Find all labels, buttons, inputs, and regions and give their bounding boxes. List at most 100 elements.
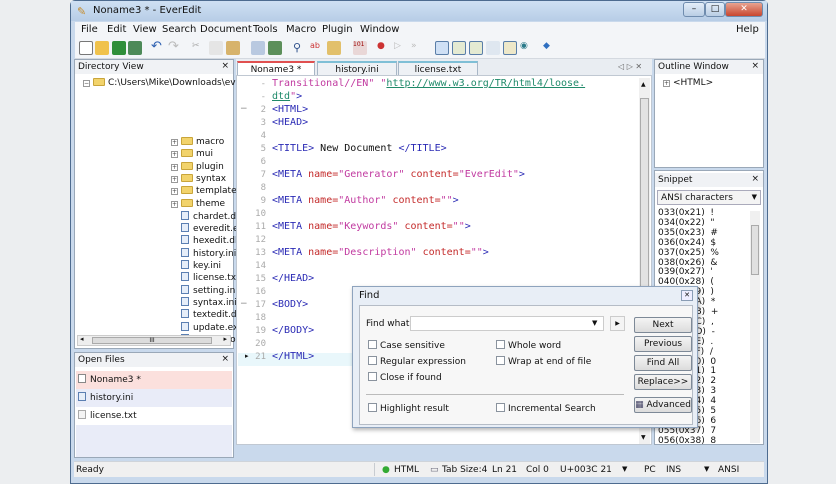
whole-word-checkbox[interactable]: Whole word	[496, 340, 561, 351]
clip-toggle-icon[interactable]	[503, 41, 517, 55]
file-item[interactable]: hexedit.dll	[181, 235, 240, 246]
code-line[interactable]: <META name="Generator" content="EverEdit…	[272, 169, 525, 180]
expand-icon[interactable]: +	[171, 151, 178, 159]
outline-toggle-icon[interactable]	[452, 41, 466, 55]
menu-tools[interactable]: Tools	[253, 24, 278, 35]
menu-window[interactable]: Window	[360, 24, 399, 35]
menu-file[interactable]: File	[81, 24, 98, 35]
tree-root[interactable]: − C:\Users\Mike\Downloads\everec	[83, 78, 255, 88]
tab-noname3[interactable]: Noname3 *	[237, 61, 315, 76]
menu-help[interactable]: Help	[736, 24, 759, 35]
fold-marker-icon[interactable]: −	[240, 104, 248, 114]
code-line[interactable]: <META name="Description" content="">	[272, 247, 489, 258]
code-line[interactable]: <HEAD>	[272, 117, 308, 128]
expand-icon[interactable]: +	[171, 175, 178, 183]
snippet-toggle-icon[interactable]	[469, 41, 483, 55]
file-item[interactable]: textedit.dll	[181, 309, 242, 320]
paste-icon[interactable]	[226, 41, 240, 55]
outline-item[interactable]: + <HTML>	[663, 78, 713, 88]
code-line[interactable]: <META name="Keywords" content="">	[272, 221, 471, 232]
scrollbar-thumb[interactable]	[751, 225, 759, 275]
snippet-scrollbar[interactable]	[750, 211, 760, 443]
encoding-dropdown-icon[interactable]: ▼	[704, 465, 709, 473]
wrap-at-end-checkbox[interactable]: Wrap at end of file	[496, 356, 591, 367]
eol-dropdown-icon[interactable]: ▼	[622, 465, 627, 473]
snippet-item[interactable]: 036(0x24) $	[658, 238, 716, 248]
tab-navigation-buttons[interactable]: ◁ ▷ ✕	[618, 62, 642, 71]
folder-item[interactable]: + plugin	[171, 161, 224, 172]
status-insert-mode[interactable]: INS	[666, 465, 681, 475]
folder-item[interactable]: + theme	[171, 198, 225, 209]
about-icon[interactable]: ◆	[543, 41, 557, 55]
minimize-button[interactable]: –	[683, 2, 705, 17]
tab-history-ini[interactable]: history.ini	[317, 61, 397, 76]
expand-icon[interactable]: +	[171, 163, 178, 171]
regular-expression-checkbox[interactable]: Regular expression	[368, 356, 466, 367]
find-options-arrow-button[interactable]: ▶	[610, 316, 625, 331]
new-file-icon[interactable]	[79, 41, 93, 55]
copy-icon[interactable]	[209, 41, 223, 55]
file-item[interactable]: chardet.dll	[181, 210, 241, 222]
replace-button[interactable]: Replace>>	[634, 374, 692, 390]
replace-icon[interactable]: ab	[310, 41, 324, 55]
find-what-input[interactable]	[410, 316, 604, 331]
folder-item[interactable]: + syntax	[171, 173, 226, 184]
code-line[interactable]: <TITLE> New Document </TITLE>	[272, 143, 447, 154]
file-item[interactable]: key.ini	[181, 260, 221, 271]
folder-item[interactable]: + mui	[171, 149, 213, 159]
snippet-item[interactable]: 033(0x21) !	[658, 208, 714, 218]
menu-plugin[interactable]: Plugin	[322, 24, 353, 35]
highlight-result-checkbox[interactable]: Highlight result	[368, 403, 449, 414]
file-item[interactable]: syntax.ini	[181, 296, 237, 308]
code-line[interactable]: </HTML>	[272, 351, 314, 362]
outline-close-icon[interactable]: ×	[751, 61, 759, 71]
indent-icon[interactable]	[251, 41, 265, 55]
save-icon[interactable]	[112, 41, 126, 55]
outdent-icon[interactable]	[268, 41, 282, 55]
snippet-item[interactable]: 035(0x23) #	[658, 228, 718, 238]
code-line[interactable]: Transitional//EN" "http://www.w3.org/TR/…	[272, 78, 585, 89]
snippet-item[interactable]: 056(0x38) 8	[658, 436, 716, 446]
menu-document[interactable]: Document	[200, 24, 252, 35]
code-line[interactable]: <HTML>	[272, 104, 308, 115]
status-tab-size[interactable]: Tab Size:4	[442, 465, 487, 475]
open-file-item[interactable]: history.ini	[76, 389, 232, 407]
previous-button[interactable]: Previous	[634, 336, 692, 352]
maximize-button[interactable]: □	[705, 2, 725, 17]
close-button[interactable]: ✕	[725, 2, 763, 17]
case-sensitive-checkbox[interactable]: Case sensitive	[368, 340, 445, 351]
folder-item[interactable]: + macro	[171, 137, 224, 147]
find-icon[interactable]: ⚲	[293, 41, 307, 55]
open-folder-icon[interactable]	[95, 41, 109, 55]
file-item[interactable]: history.ini	[181, 247, 236, 259]
cut-icon[interactable]: ✂	[192, 41, 206, 55]
open-file-item[interactable]: license.txt	[76, 407, 232, 425]
code-line[interactable]: dtd">	[272, 91, 302, 102]
browser-preview-icon[interactable]: ◉	[520, 41, 534, 55]
status-encoding[interactable]: ANSI	[718, 465, 739, 475]
snippet-item[interactable]: 038(0x26) &	[658, 258, 717, 268]
snippet-item[interactable]: 037(0x25) %	[658, 248, 719, 258]
code-line[interactable]: </HEAD>	[272, 273, 314, 284]
menu-search[interactable]: Search	[162, 24, 196, 35]
folder-item[interactable]: + template	[171, 186, 237, 196]
menu-macro[interactable]: Macro	[286, 24, 316, 35]
file-item[interactable]: license.txt	[181, 272, 240, 283]
tab-license-txt[interactable]: license.txt	[398, 61, 478, 76]
macro-repeat-icon[interactable]: »	[411, 41, 425, 55]
output-toggle-icon[interactable]	[486, 41, 500, 55]
code-line[interactable]: <META name="Author" content="">	[272, 195, 459, 206]
snippet-close-icon[interactable]: ×	[751, 174, 759, 184]
find-history-dropdown-icon[interactable]: ▼	[592, 319, 597, 327]
hex-icon[interactable]: 101	[353, 41, 367, 55]
snippet-item[interactable]: 034(0x22) "	[658, 218, 715, 228]
incremental-search-checkbox[interactable]: Incremental Search	[496, 403, 596, 414]
scrollbar-thumb[interactable]: III	[92, 337, 212, 344]
close-if-found-checkbox[interactable]: Close if found	[368, 372, 442, 383]
macro-play-icon[interactable]: ▷	[394, 41, 408, 55]
find-dialog-close-button[interactable]: ✕	[681, 290, 693, 301]
directory-horizontal-scrollbar[interactable]: ◂ III ▸	[77, 335, 231, 346]
expand-icon[interactable]: +	[171, 139, 178, 146]
undo-icon[interactable]: ↶	[151, 40, 165, 55]
find-in-files-icon[interactable]	[327, 41, 341, 55]
